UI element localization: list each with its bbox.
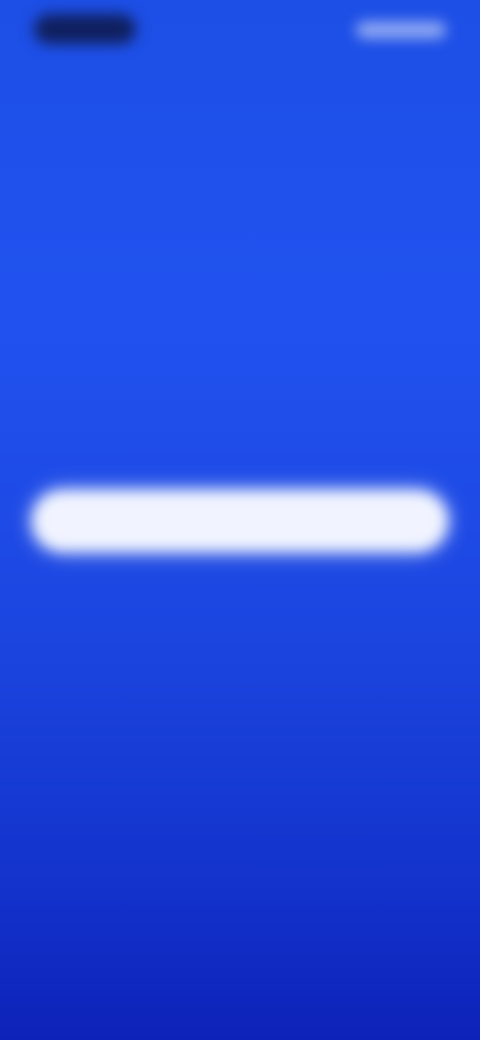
top-caption [100,72,380,96]
status-indicators-icon [356,22,446,38]
primary-button[interactable] [32,490,448,552]
status-pill-icon [34,14,136,44]
blurred-screen [0,0,480,1040]
status-bar [0,12,480,48]
